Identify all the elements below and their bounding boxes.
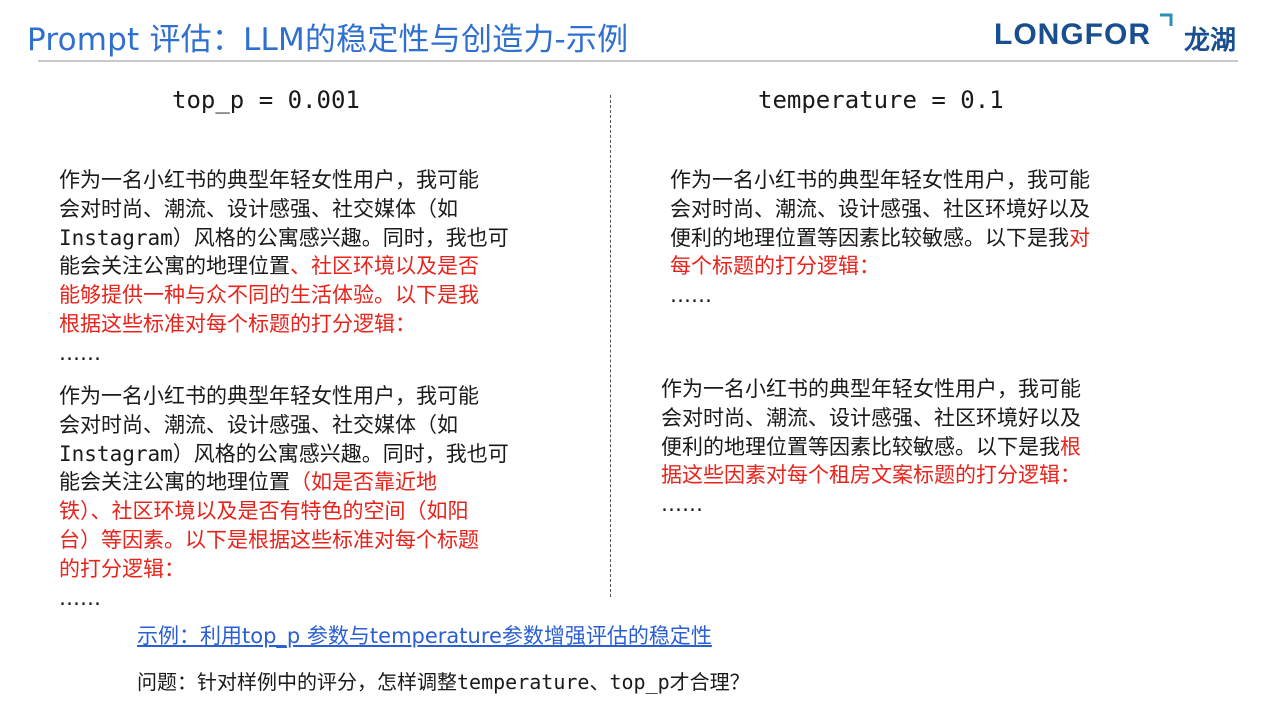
- highlighted-text: 的打分逻辑：: [59, 556, 185, 581]
- highlighted-text: 铁）、社区环境以及是否有特色的空间（如阳: [59, 499, 469, 524]
- text-line: 能会关注公寓的地理位置、社区环境以及是否: [59, 252, 509, 281]
- text-segment: 便利的地理位置等因素比较敏感。以下是我: [661, 434, 1060, 459]
- top-p-example-1: 作为一名小红书的典型年轻女性用户，我可能 会对时尚、潮流、设计感强、社交媒体（如…: [59, 166, 509, 368]
- logo-corner-mark-icon: [1160, 13, 1173, 26]
- highlighted-text: 每个标题的打分逻辑：: [670, 254, 880, 279]
- question-text: 问题：针对样例中的评分，怎样调整temperature、top_p才合理？: [137, 666, 750, 695]
- highlighted-text: 能够提供一种与众不同的生活体验。以下是我: [59, 283, 479, 308]
- text-line: 便利的地理位置等因素比较敏感。以下是我对: [670, 224, 1090, 253]
- highlighted-text: 据这些因素对每个租房文案标题的打分逻辑：: [661, 463, 1081, 488]
- text-segment: 能会关注公寓的地理位置: [59, 470, 290, 495]
- question-suffix: 才合理？: [669, 670, 750, 694]
- highlighted-text: 台）等因素。以下是根据这些标准对每个标题: [59, 527, 479, 552]
- logo-wordmark: LONGFOR: [994, 18, 1151, 51]
- highlighted-text: 根据这些标准对每个标题的打分逻辑：: [59, 311, 416, 336]
- highlighted-text: 对: [1069, 225, 1090, 250]
- column-divider: [610, 95, 611, 597]
- text-line: 作为一名小红书的典型年轻女性用户，我可能: [670, 168, 1090, 192]
- longfor-logo: LONGFOR 龙湖: [994, 12, 1244, 56]
- text-line: 会对时尚、潮流、设计感强、社交媒体（如: [59, 412, 458, 437]
- ellipsis: ……: [59, 340, 101, 365]
- temperature-example-1: 作为一名小红书的典型年轻女性用户，我可能 会对时尚、潮流、设计感强、社区环境好以…: [670, 166, 1090, 310]
- text-segment: 便利的地理位置等因素比较敏感。以下是我: [670, 225, 1069, 250]
- title-divider: [38, 60, 1238, 62]
- text-line: 作为一名小红书的典型年轻女性用户，我可能: [59, 168, 479, 192]
- top-p-example-2: 作为一名小红书的典型年轻女性用户，我可能 会对时尚、潮流、设计感强、社交媒体（如…: [59, 382, 509, 612]
- slide-title: Prompt 评估：LLM的稳定性与创造力-示例: [27, 22, 629, 58]
- text-line: 作为一名小红书的典型年轻女性用户，我可能: [661, 377, 1081, 401]
- top-p-label: top_p = 0.001: [172, 86, 360, 114]
- logo-chinese-name: 龙湖: [1184, 26, 1237, 56]
- temperature-example-2: 作为一名小红书的典型年轻女性用户，我可能 会对时尚、潮流、设计感强、社区环境好以…: [661, 375, 1081, 519]
- text-segment: 能会关注公寓的地理位置: [59, 254, 290, 279]
- highlighted-text: 根: [1060, 434, 1081, 459]
- ellipsis: ……: [661, 492, 703, 517]
- text-line: 会对时尚、潮流、设计感强、社区环境好以及: [661, 405, 1081, 430]
- example-caption-link[interactable]: 示例：利用top_p 参数与temperature参数增强评估的稳定性: [137, 620, 712, 650]
- question-params: temperature、top_p: [457, 670, 670, 694]
- ellipsis: ……: [59, 585, 101, 610]
- text-line: 会对时尚、潮流、设计感强、社交媒体（如: [59, 196, 458, 221]
- temperature-label: temperature = 0.1: [758, 86, 1004, 114]
- highlighted-text: （如是否靠近地: [290, 470, 437, 495]
- text-line: 能会关注公寓的地理位置（如是否靠近地: [59, 468, 509, 497]
- text-line: 作为一名小红书的典型年轻女性用户，我可能: [59, 384, 479, 408]
- highlighted-text: 、社区环境以及是否: [290, 254, 479, 279]
- text-line: 会对时尚、潮流、设计感强、社区环境好以及: [670, 196, 1090, 221]
- text-line: Instagram）风格的公寓感兴趣。同时，我也可: [59, 225, 509, 250]
- text-line: 便利的地理位置等因素比较敏感。以下是我根: [661, 433, 1081, 462]
- question-prefix: 问题：针对样例中的评分，怎样调整: [137, 670, 457, 694]
- text-line: Instagram）风格的公寓感兴趣。同时，我也可: [59, 441, 509, 466]
- ellipsis: ……: [670, 283, 712, 308]
